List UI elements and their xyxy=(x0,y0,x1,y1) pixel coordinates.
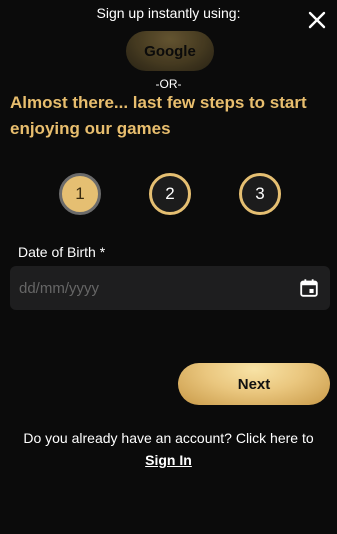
sign-in-link[interactable]: Sign In xyxy=(145,452,192,468)
sign-in-link-row: Sign In xyxy=(0,452,337,468)
close-button[interactable] xyxy=(305,8,329,32)
date-of-birth-label: Date of Birth * xyxy=(18,244,106,260)
date-of-birth-input[interactable] xyxy=(10,266,298,310)
step-indicator: 1 2 3 xyxy=(0,173,337,215)
next-button[interactable]: Next xyxy=(178,363,330,405)
or-divider: -OR- xyxy=(155,77,182,91)
date-of-birth-field xyxy=(10,266,330,310)
page-title: Almost there... last few steps to start … xyxy=(10,93,307,138)
step-2: 2 xyxy=(149,173,191,215)
close-icon xyxy=(305,8,329,32)
signup-dialog: Sign up instantly using: Google -OR- Alm… xyxy=(0,0,337,534)
step-1-current: 1 xyxy=(59,173,101,215)
google-signup-button[interactable]: Google xyxy=(126,31,214,71)
account-prompt-text: Do you already have an account? Click he… xyxy=(23,430,314,446)
signup-caption: Sign up instantly using: xyxy=(96,5,241,21)
step-3: 3 xyxy=(239,173,281,215)
calendar-icon[interactable] xyxy=(298,277,320,299)
